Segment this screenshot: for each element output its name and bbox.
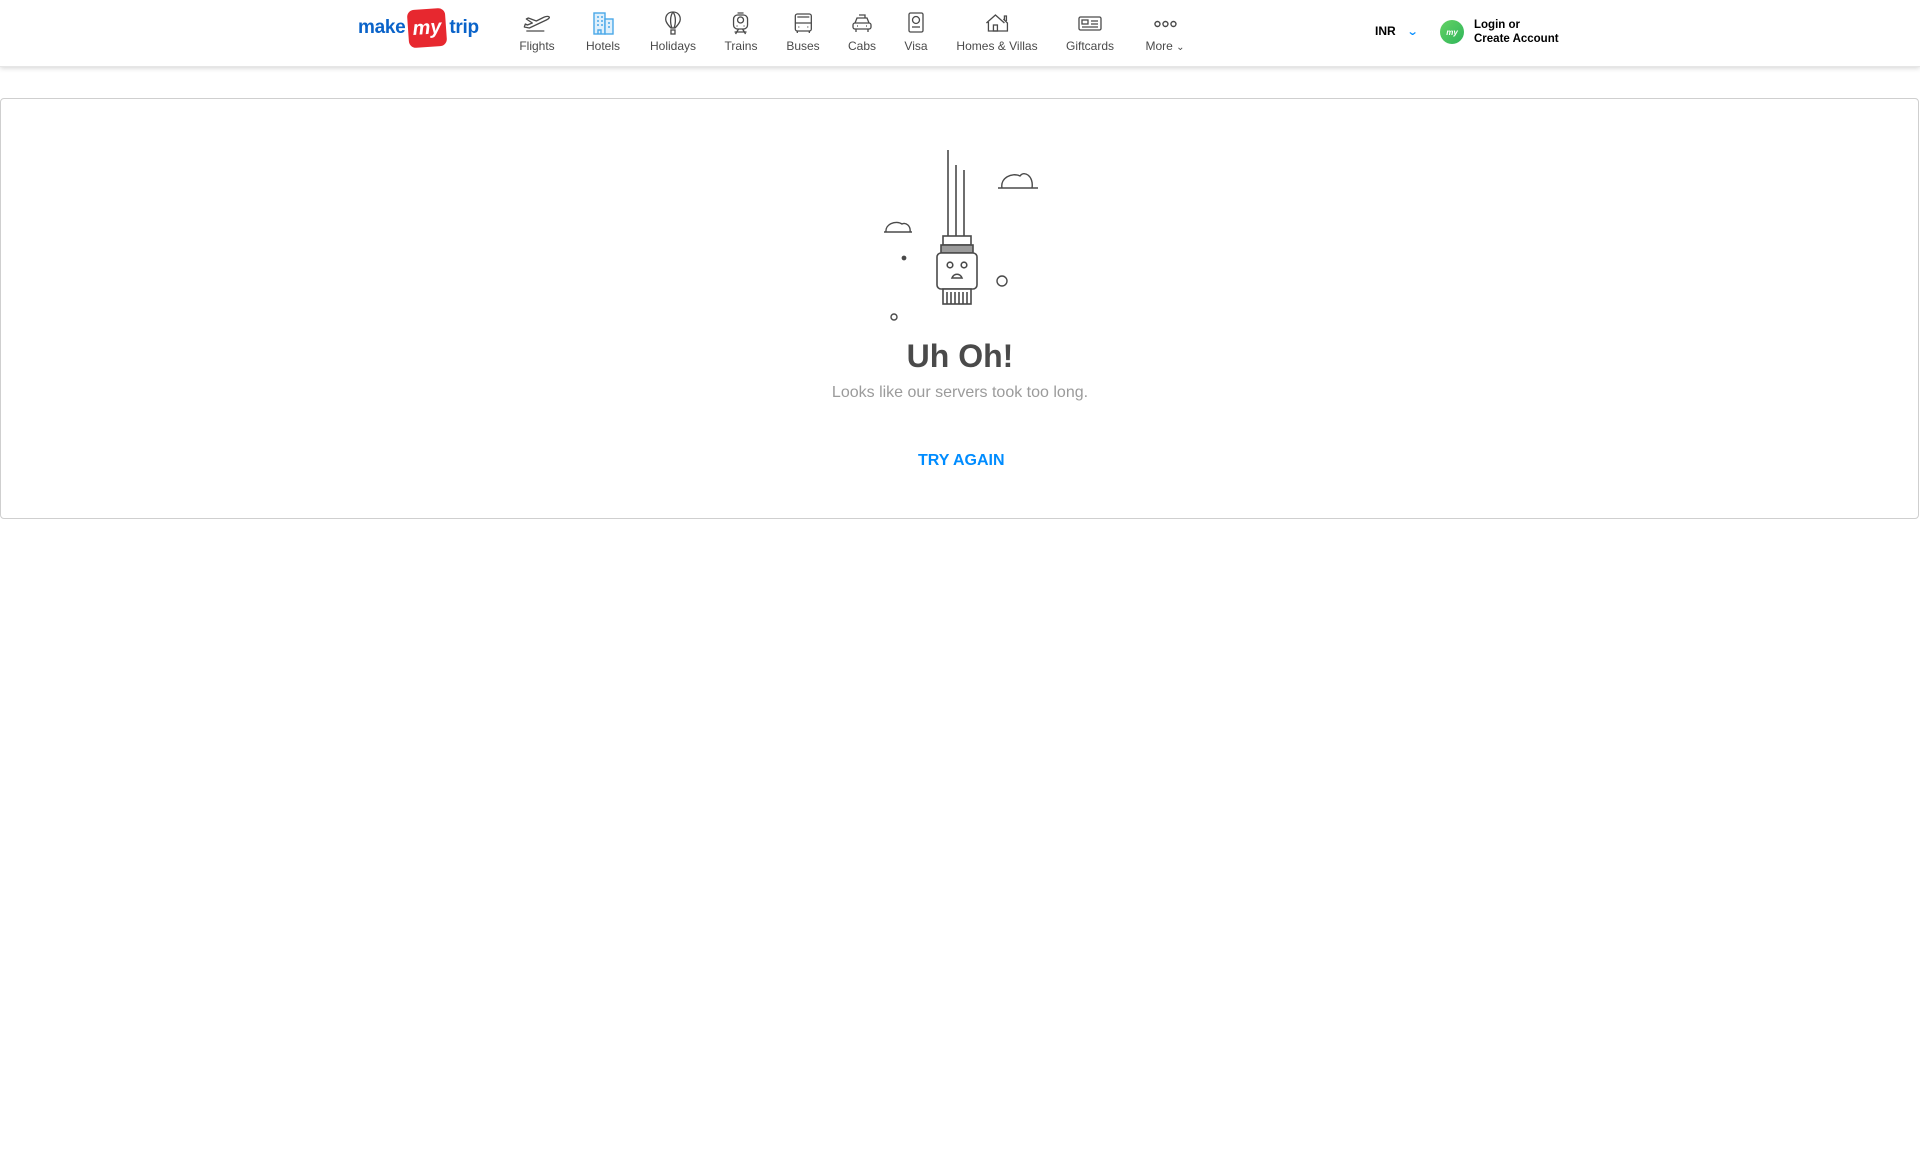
nav-label-visa: Visa [904,39,928,53]
nav-label-giftcards: Giftcards [1065,39,1115,53]
makemytrip-logo[interactable]: make my trip [358,7,479,49]
nav-buses[interactable]: Buses [786,10,820,53]
nav-label-trains: Trains [724,39,758,53]
logo-text-make: make [358,17,406,38]
nav-label-holidays: Holidays [649,39,697,53]
giftcard-icon [1074,10,1106,36]
currency-selector[interactable]: INR ⌄ [1375,24,1419,38]
nav-homes-villas[interactable]: Homes & Villas [956,10,1038,53]
more-label-text: More [1145,39,1173,53]
holiday-balloon-icon [657,10,689,36]
nav-label-hotels: Hotels [585,39,621,53]
chevron-down-icon: ⌄ [1176,42,1185,53]
hotel-icon [587,10,619,36]
nav-hotels[interactable]: Hotels [586,10,620,53]
home-villa-icon [981,10,1013,36]
cab-icon [846,10,878,36]
more-dots-icon [1149,10,1181,36]
flight-icon [521,10,553,36]
login-line1: Login or [1474,19,1520,31]
logo-text-trip: trip [449,17,479,38]
nav-cabs[interactable]: Cabs [846,10,878,53]
error-title: Uh Oh! [906,338,1014,374]
login-line2: Create Account [1474,33,1559,45]
nav-trains[interactable]: Trains [724,10,758,53]
nav-label-buses: Buses [786,39,820,53]
avatar: my [1440,20,1464,44]
chevron-down-icon: ⌄ [1406,25,1419,38]
nav-label-homes-villas: Homes & Villas [956,39,1038,53]
visa-icon [900,10,932,36]
train-icon [725,10,757,36]
currency-value: INR [1375,24,1396,38]
nav-label-flights: Flights [519,39,555,53]
login-text: Login or Create Account [1474,18,1559,46]
top-header: make my trip Flights Hotels Holidays Tra… [0,0,1920,67]
login-create-account[interactable]: my Login or Create Account [1440,18,1559,46]
nav-more[interactable]: More ⌄ [1145,10,1185,53]
nav-visa[interactable]: Visa [900,10,932,53]
disconnected-cable-illustration [880,150,1040,335]
nav-label-more: More ⌄ [1145,39,1184,53]
try-again-button[interactable]: TRY AGAIN [918,448,1005,474]
nav-holidays[interactable]: Holidays [650,10,696,53]
logo-badge-my: my [407,7,448,49]
nav-label-cabs: Cabs [847,39,876,53]
nav-giftcards[interactable]: Giftcards [1066,10,1114,53]
error-message: Looks like our servers took too long. [831,384,1089,401]
nav-flights[interactable]: Flights [519,10,555,53]
bus-icon [787,10,819,36]
